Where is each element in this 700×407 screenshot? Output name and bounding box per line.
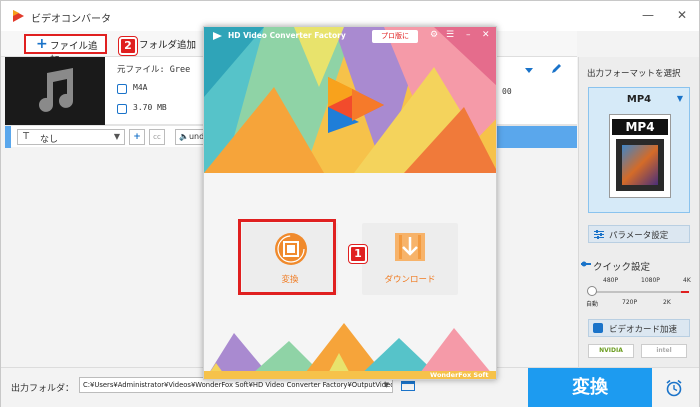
quality-480p: 480P [603,277,619,284]
source-file-label: 元ファイル: Gree [117,65,191,75]
dialog-header-art [204,27,496,173]
menu-icon[interactable]: ☰ [446,30,454,40]
dialog-title: HD Video Converter Factory [228,31,346,40]
chevron-down-icon: ▼ [676,94,683,103]
convert-button[interactable]: 変換 [528,368,652,407]
subtitle-value: なし [40,135,59,145]
text-icon: T [23,131,30,142]
sliders-icon [594,230,604,239]
format-card[interactable]: MP4 ▼ MP4 [588,87,690,213]
mp4-format-icon: MP4 [609,114,671,198]
cc-icon[interactable]: cc [149,129,165,145]
intel-badge[interactable]: intel [641,344,687,358]
quality-slider-track[interactable] [591,291,689,293]
file-size: 3.70 MB [133,103,167,112]
converter-dialog: HD Video Converter Factory プロ版に ⚙ ☰ – ✕ … [203,26,497,380]
minimize-icon[interactable]: – [466,30,471,40]
app-title: ビデオコンバータ [31,14,111,25]
quality-slider-handle[interactable] [587,286,597,296]
download-tile[interactable]: ダウンロード [362,223,458,295]
output-info-fragment: 00 [502,87,512,96]
output-format-panel: 出力フォーマットを選択 MP4 ▼ MP4 パラメータ設定 クイック設定 480… [578,57,699,367]
alarm-clock-icon[interactable] [665,379,683,397]
edit-bar-accent [5,126,11,148]
gpu-chip-icon [593,323,603,333]
film-icon [616,139,664,191]
close-icon[interactable]: ✕ [482,30,490,40]
add-icon[interactable]: + [129,129,145,145]
quality-1080p: 1080P [641,277,660,284]
upgrade-pro-button[interactable]: プロ版に [372,30,418,43]
dialog-logo-icon [213,32,222,40]
close-icon[interactable]: ✕ [675,8,689,22]
file-size-icon [117,104,127,114]
parameter-settings-button[interactable]: パラメータ設定 [588,225,690,243]
quality-auto: 自動 [586,301,599,308]
chevron-down-icon: ▼ [383,381,389,389]
output-folder-path: C:¥Users¥Administrator¥Videos¥WonderFox … [83,381,393,389]
music-note-icon [39,68,73,112]
folder-icon[interactable] [401,381,415,391]
app-logo-icon [13,10,24,22]
download-arrow-icon [395,233,425,261]
speaker-icon: 🔈 [179,132,189,141]
gpu-acceleration-label: ビデオカード加速 [609,325,678,335]
quality-2k: 2K [663,299,671,306]
plus-icon: + [36,36,48,52]
highlight-frame-convert [238,219,336,295]
quick-settings-title: クイック設定 [593,262,651,273]
wonderfox-brand: WonderFox Soft [430,371,489,379]
dropdown-icon[interactable] [524,65,534,75]
audio-format-icon [117,84,127,94]
subtitle-select[interactable]: T なし ▼ [17,129,125,145]
output-format-title: 出力フォーマットを選択 [587,69,681,79]
download-tile-label: ダウンロード [384,275,436,285]
minimize-icon[interactable]: — [641,8,655,22]
gpu-acceleration-button[interactable]: ビデオカード加速 [588,319,690,337]
file-thumbnail [5,57,105,125]
file-format: M4A [133,83,148,92]
add-folder-button[interactable]: フォルダ追加 [139,37,196,51]
settings-icon[interactable]: ⚙ [430,30,438,40]
parameter-settings-label: パラメータ設定 [609,231,669,241]
quick-settings-icon [581,261,591,267]
quality-720p: 720P [622,299,638,306]
format-name: MP4 [626,94,652,105]
chevron-down-icon: ▼ [113,132,120,141]
add-file-button[interactable]: + ファイル追加 [24,34,107,66]
step-2-badge: 2 [118,36,138,56]
mp4-icon-text: MP4 [612,119,668,135]
step-1-badge: 1 [348,244,368,264]
edit-icon[interactable] [551,63,562,74]
output-folder-label: 出力フォルダ： [11,384,75,394]
quality-4k: 4K [683,277,691,284]
audio-track-value: und [188,132,205,141]
nvidia-badge[interactable]: NVIDIA [588,344,634,358]
